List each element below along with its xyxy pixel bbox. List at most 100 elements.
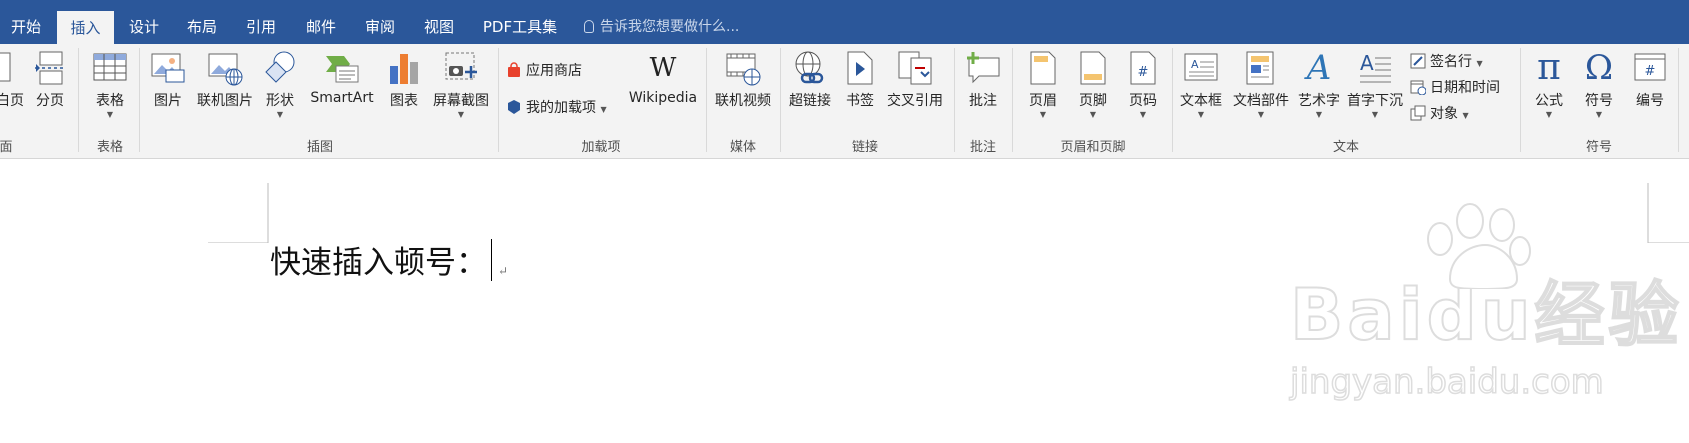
group-separator xyxy=(706,48,707,152)
svg-text:A: A xyxy=(1360,51,1374,75)
screenshot-button[interactable]: 屏幕截图 ▼ xyxy=(428,50,494,120)
tab-references[interactable]: 引用 xyxy=(238,10,284,44)
group-separator xyxy=(139,48,140,152)
object-button[interactable]: 对象 ▼ xyxy=(1410,103,1469,123)
store-bag-icon xyxy=(506,62,522,78)
omega-icon: Ω xyxy=(1584,48,1614,88)
document-paragraph[interactable]: 快速插入顿号： ↵ xyxy=(270,237,508,282)
svg-text:#: # xyxy=(1138,65,1149,80)
table-icon xyxy=(92,50,128,86)
chevron-down-icon: ▼ xyxy=(1371,110,1379,119)
textbox-button[interactable]: A 文本框 ▼ xyxy=(1176,50,1226,120)
bookmark-button[interactable]: 书签 xyxy=(840,50,880,110)
bar-chart-icon xyxy=(386,50,422,86)
tab-design[interactable]: 设计 xyxy=(120,10,168,44)
chevron-down-icon: ▼ xyxy=(1315,110,1323,119)
watermark-url-text: jingyan.baidu.com xyxy=(1289,361,1604,403)
footer-icon xyxy=(1075,50,1111,86)
group-separator xyxy=(1012,48,1013,152)
my-addins-button[interactable]: 我的加载项 ▼ xyxy=(506,97,607,117)
tab-insert[interactable]: 插入 xyxy=(57,11,114,44)
shapes-button[interactable]: 形状 ▼ xyxy=(260,50,300,120)
group-separator xyxy=(780,48,781,152)
chevron-down-icon: ▼ xyxy=(1462,111,1469,120)
blank-page-button[interactable]: 白页 xyxy=(0,50,24,110)
tell-me-placeholder: 告诉我您想要做什么... xyxy=(600,19,740,35)
page-number-button[interactable]: # 页码 ▼ xyxy=(1122,50,1164,120)
wordart-label: 艺术字 xyxy=(1298,93,1340,109)
baidu-watermark: Baidu经验 jingyan.baidu.com xyxy=(1289,203,1683,403)
document-text: 快速插入顿号： xyxy=(270,245,487,281)
tell-me-box[interactable]: 告诉我您想要做什么... xyxy=(584,10,739,44)
group-comments-label: 批注 xyxy=(969,140,996,155)
signature-line-button[interactable]: 签名行 ▼ xyxy=(1410,51,1483,71)
wordart-button[interactable]: A 艺术字 ▼ xyxy=(1294,50,1344,120)
dropcap-button[interactable]: A 首字下沉 ▼ xyxy=(1344,50,1406,120)
margin-corner-mark xyxy=(1647,183,1689,243)
wikipedia-button[interactable]: W Wikipedia xyxy=(624,50,702,106)
tab-mailings[interactable]: 邮件 xyxy=(298,10,344,44)
online-picture-button[interactable]: 联机图片 xyxy=(194,50,256,110)
group-addins-label: 加载项 xyxy=(581,140,621,155)
comment-button[interactable]: 批注 xyxy=(960,50,1006,110)
ribbon-tab-bar: 开始 插入 设计 布局 引用 邮件 审阅 视图 PDF工具集 告诉我您想要做什么… xyxy=(0,0,1689,44)
paw-logo-icon xyxy=(1427,203,1531,289)
numbering-button[interactable]: # 编号 xyxy=(1628,50,1672,110)
cross-reference-button[interactable]: 交叉引用 xyxy=(884,50,946,110)
page-break-button[interactable]: 分页 xyxy=(30,50,70,110)
chevron-down-icon: ▼ xyxy=(1476,59,1483,68)
group-pages-label: 面 xyxy=(0,140,13,155)
numbering-label: 编号 xyxy=(1636,93,1664,109)
signature-line-label: 签名行 xyxy=(1430,54,1472,70)
object-icon xyxy=(1410,105,1426,121)
picture-button[interactable]: 图片 xyxy=(146,50,190,110)
tab-view[interactable]: 视图 xyxy=(416,10,462,44)
page-break-label: 分页 xyxy=(36,93,64,109)
hyperlink-button[interactable]: 超链接 xyxy=(784,50,836,110)
table-button[interactable]: 表格 ▼ xyxy=(84,50,136,120)
store-button[interactable]: 应用商店 xyxy=(506,60,582,80)
wordart-a-icon: A xyxy=(1306,48,1332,88)
group-symbols-label: 符号 xyxy=(1585,140,1612,155)
cross-reference-label: 交叉引用 xyxy=(887,93,943,109)
smartart-label: SmartArt xyxy=(310,90,374,106)
header-button[interactable]: 页眉 ▼ xyxy=(1022,50,1064,120)
online-video-button[interactable]: 联机视频 xyxy=(710,50,776,110)
tab-home[interactable]: 开始 xyxy=(0,10,52,44)
date-time-label: 日期和时间 xyxy=(1430,80,1500,96)
symbol-button[interactable]: Ω 符号 ▼ xyxy=(1576,50,1622,120)
page-number-icon: # xyxy=(1125,50,1161,86)
chevron-down-icon: ▼ xyxy=(1197,110,1205,119)
footer-button[interactable]: 页脚 ▼ xyxy=(1072,50,1114,120)
tab-pdf-tools[interactable]: PDF工具集 xyxy=(478,10,562,44)
paragraph-mark-icon: ↵ xyxy=(498,264,509,278)
chevron-down-icon: ▼ xyxy=(1039,110,1047,119)
comment-icon xyxy=(965,50,1001,86)
footer-label: 页脚 xyxy=(1079,93,1107,109)
smartart-button[interactable]: SmartArt xyxy=(306,50,378,106)
hyperlink-label: 超链接 xyxy=(789,93,831,109)
chevron-down-icon: ▼ xyxy=(1595,110,1603,119)
table-label: 表格 xyxy=(96,93,124,109)
group-separator xyxy=(1520,48,1521,152)
wikipedia-w-icon: W xyxy=(649,53,677,83)
tab-layout[interactable]: 布局 xyxy=(179,10,225,44)
equation-label: 公式 xyxy=(1535,93,1563,109)
chart-button[interactable]: 图表 xyxy=(384,50,424,110)
online-video-icon xyxy=(725,50,761,86)
chevron-down-icon: ▼ xyxy=(106,110,114,119)
chart-label: 图表 xyxy=(390,93,418,109)
header-label: 页眉 xyxy=(1029,93,1057,109)
svg-text:#: # xyxy=(1645,64,1656,79)
blank-page-icon xyxy=(0,50,24,86)
quick-parts-button[interactable]: 文档部件 ▼ xyxy=(1230,50,1292,120)
date-time-button[interactable]: 日期和时间 xyxy=(1410,77,1500,97)
equation-button[interactable]: π 公式 ▼ xyxy=(1526,50,1572,120)
store-label: 应用商店 xyxy=(526,63,582,79)
group-separator xyxy=(498,48,499,152)
margin-corner-mark xyxy=(208,183,269,243)
document-canvas[interactable]: 快速插入顿号： ↵ Baidu经验 jingyan.baidu.com xyxy=(0,159,1689,443)
numbering-icon: # xyxy=(1632,50,1668,86)
tab-review[interactable]: 审阅 xyxy=(357,10,403,44)
shapes-icon xyxy=(262,50,298,86)
